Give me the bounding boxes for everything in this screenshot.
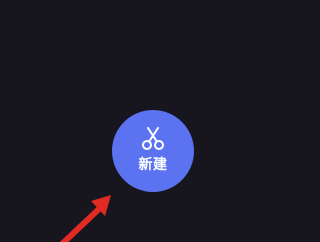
red-arrow-icon — [59, 195, 111, 242]
new-button-label: 新建 — [138, 157, 168, 173]
new-button[interactable]: 新建 — [112, 110, 194, 192]
app-screen: 新建 — [0, 0, 312, 242]
scissors-icon — [140, 127, 166, 151]
